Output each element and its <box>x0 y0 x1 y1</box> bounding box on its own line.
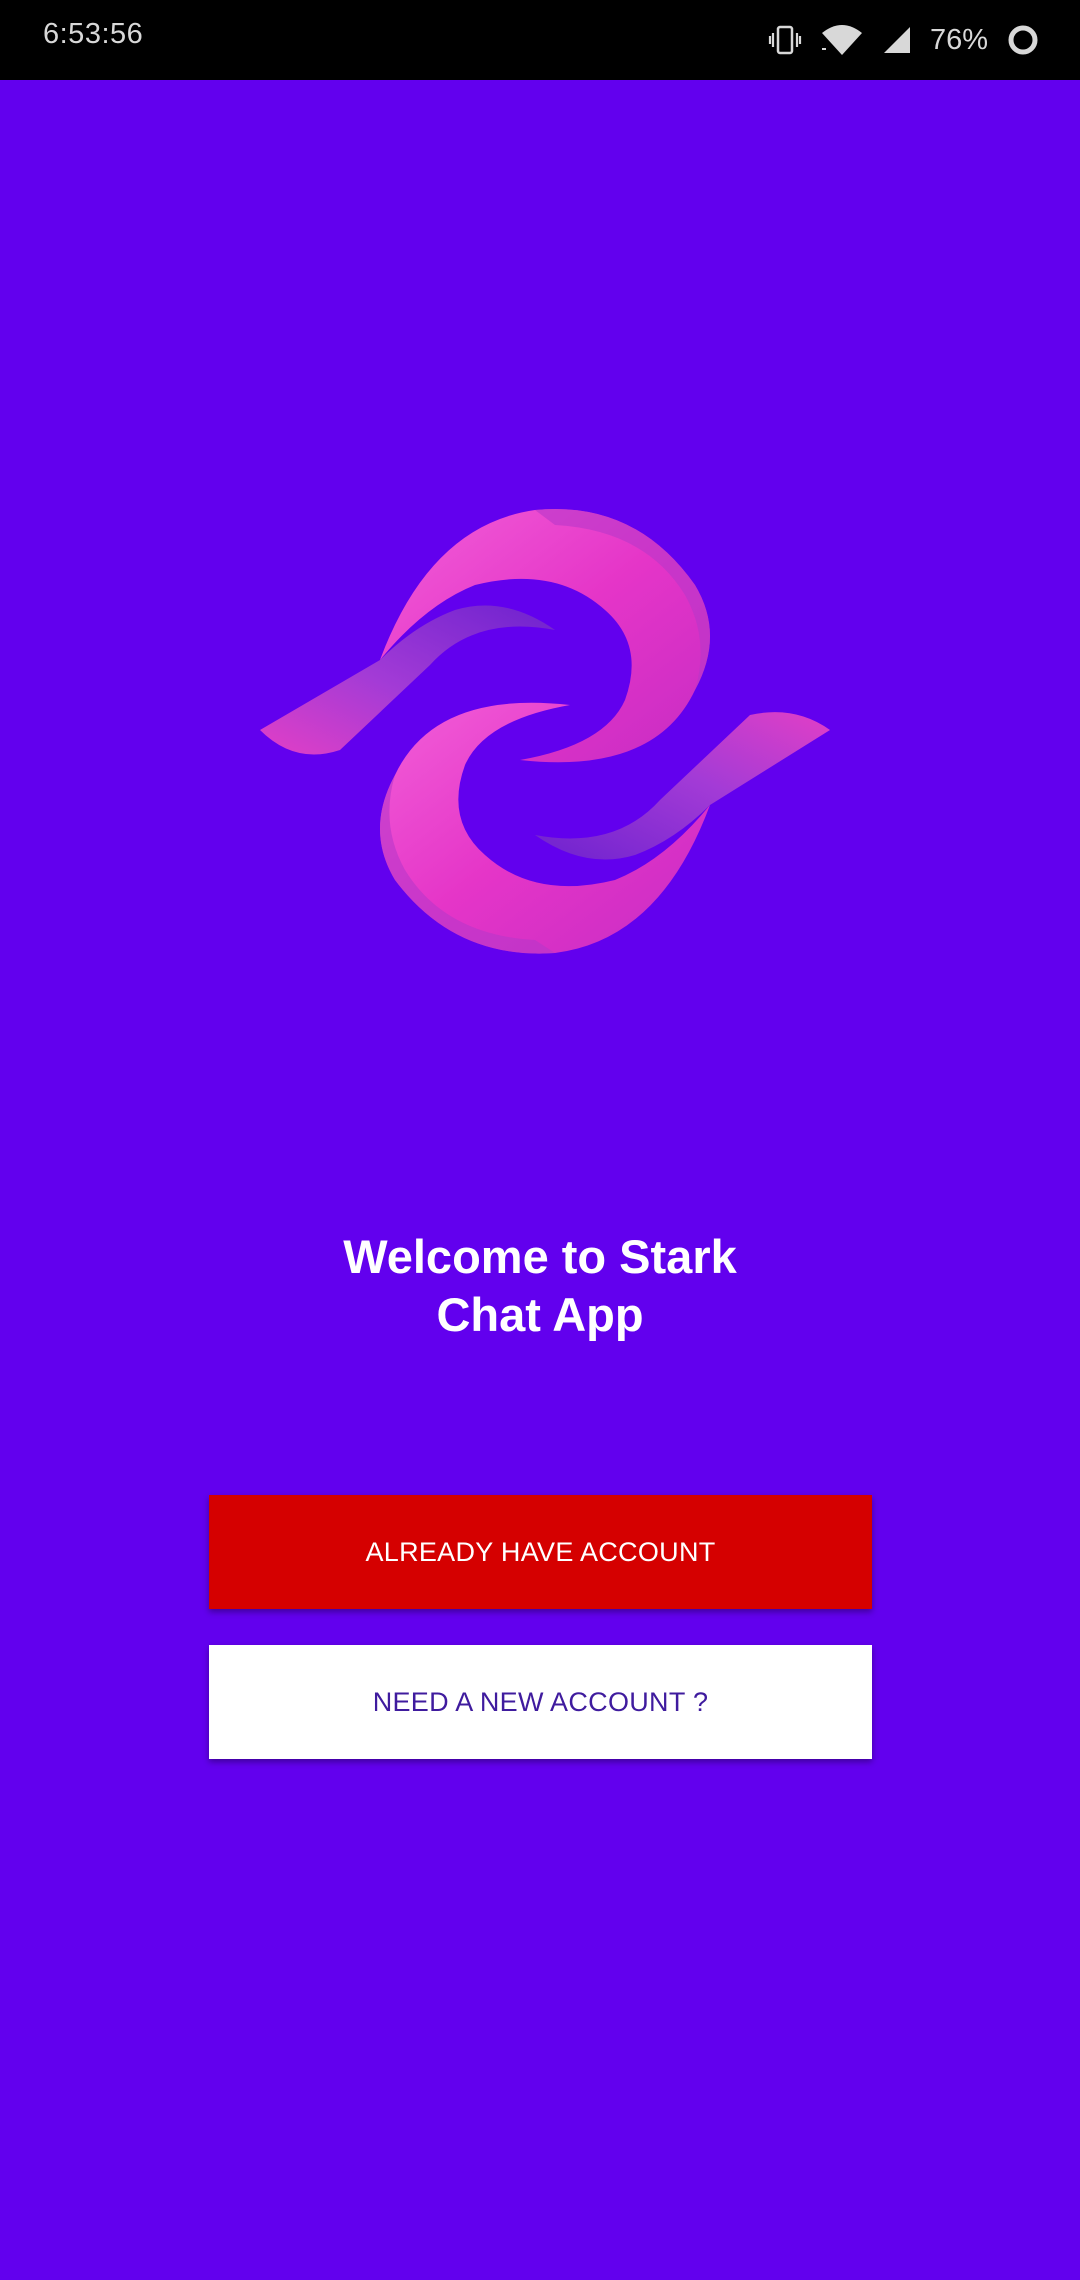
status-time: 6:53:56 <box>43 18 144 50</box>
battery-icon <box>1006 23 1040 57</box>
welcome-title: Welcome to Stark Chat App <box>0 1228 1080 1344</box>
status-bar: 6:53:56 76% <box>0 0 1080 80</box>
signal-icon <box>882 25 912 55</box>
welcome-title-line-2: Chat App <box>436 1288 644 1341</box>
need-new-account-button[interactable]: NEED A NEW ACCOUNT ? <box>209 1645 872 1759</box>
app-logo-icon <box>255 505 835 955</box>
vibrate-icon <box>768 23 802 57</box>
welcome-title-line-1: Welcome to Stark <box>343 1230 737 1283</box>
battery-percent: 76% <box>929 23 988 56</box>
wifi-icon <box>820 23 864 57</box>
status-icons: 76% <box>768 0 1040 80</box>
already-have-account-button[interactable]: ALREADY HAVE ACCOUNT <box>209 1495 872 1609</box>
